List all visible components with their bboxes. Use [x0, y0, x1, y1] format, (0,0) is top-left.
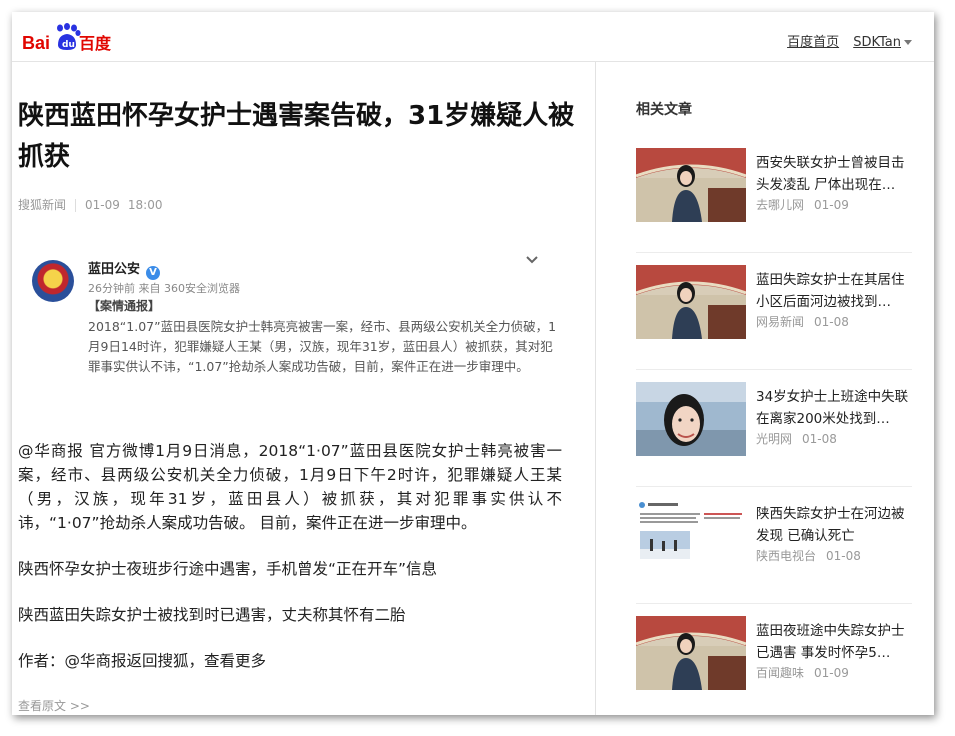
baidu-logo[interactable]: du Bai 百度: [18, 23, 118, 55]
embed-account-name[interactable]: 蓝田公安: [88, 262, 140, 277]
related-item-title[interactable]: 西安失联女护士曾被目击头发凌乱 尸体出现在…: [756, 152, 912, 196]
related-item-meta: 网易新闻 01-08: [756, 313, 849, 330]
embed-label: 【案情通报】: [88, 299, 161, 313]
verified-icon: V: [146, 266, 161, 280]
related-item-date: 01-08: [802, 432, 837, 446]
related-item[interactable]: 西安失联女护士曾被目击头发凌乱 尸体出现在… 去哪儿网 01-09: [636, 136, 912, 253]
article-paragraph: @华商报 官方微博1月9日消息，2018“1·07”蓝田县医院女护士韩亮被害一案…: [18, 442, 562, 532]
related-item-meta: 光明网 01-08: [756, 430, 837, 447]
related-item[interactable]: 34岁女护士上班途中失联 在离家200米处找到… 光明网 01-08: [636, 370, 912, 487]
article-paragraph: 陕西怀孕女护士夜班步行途中遇害，手机曾发“正在开车”信息: [18, 560, 438, 578]
weibo-embed: 蓝田公安 V 26分钟前 来自 360安全浏览器 【案情通报】 2018“1.07…: [32, 252, 562, 412]
related-item[interactable]: 陕西失踪女护士在河边被发现 已确认死亡 陕西电视台 01-08: [636, 487, 912, 604]
baidu-home-link[interactable]: 百度首页: [787, 35, 839, 50]
username[interactable]: SDKTan: [853, 35, 901, 50]
user-menu[interactable]: SDKTan: [853, 35, 912, 50]
related-item-title[interactable]: 蓝田夜班途中失踪女护士已遇害 事发时怀孕5…: [756, 620, 912, 664]
article-paragraph: 陕西蓝田失踪女护士被找到时已遇害，丈夫称其怀有二胎: [18, 606, 406, 624]
meta-divider: [75, 199, 77, 212]
article-date: 01-09: [85, 198, 120, 212]
related-item-date: 01-08: [826, 549, 861, 563]
related-thumbnail[interactable]: [636, 148, 746, 222]
related-item-date: 01-08: [814, 315, 849, 329]
police-badge-avatar: [32, 260, 74, 302]
chevron-down-icon[interactable]: [524, 252, 540, 268]
related-item-title[interactable]: 蓝田失踪女护士在其居住小区后面河边被找到…: [756, 269, 912, 313]
article-meta: 搜狐新闻 01-09 18:00: [18, 196, 162, 213]
svg-text:Bai: Bai: [22, 33, 50, 53]
related-item-meta: 陕西电视台 01-08: [756, 547, 861, 564]
related-item-title[interactable]: 34岁女护士上班途中失联 在离家200米处找到…: [756, 386, 912, 430]
embed-body: 2018“1.07”蓝田县医院女护士韩亮亮被害一案，经市、县两级公安机关全力侦破…: [88, 319, 557, 374]
article-paragraph: 作者：@华商报返回搜狐，查看更多: [18, 652, 267, 670]
article-time: 18:00: [127, 198, 163, 212]
svg-text:百度: 百度: [79, 34, 112, 53]
article-main: 陕西蓝田怀孕女护士遇害案告破，31岁嫌疑人被抓获 搜狐新闻 01-09 18:00 …: [12, 62, 596, 715]
related-item-source: 陕西电视台: [756, 549, 817, 563]
related-thumbnail[interactable]: [636, 616, 746, 690]
related-item-source: 百闻趣味: [756, 666, 805, 680]
related-item-source: 网易新闻: [756, 315, 805, 329]
related-sidebar: 相关文章 西安失联女护士曾被目击头发凌乱 尸体出现在… 去哪儿网 01-09 蓝…: [596, 62, 934, 715]
browser-window: du Bai 百度 百度首页 SDKTan 陕西蓝田怀孕女护士遇害案告破，31岁…: [12, 12, 934, 715]
embed-subtext: 26分钟前 来自 360安全浏览器: [88, 282, 240, 295]
related-thumbnail[interactable]: [636, 499, 746, 573]
related-item-date: 01-09: [814, 666, 849, 680]
svg-text:du: du: [62, 40, 75, 50]
article-source: 搜狐新闻: [18, 198, 67, 212]
embed-account[interactable]: 蓝田公安 V: [88, 258, 161, 280]
related-item-title[interactable]: 陕西失踪女护士在河边被发现 已确认死亡: [756, 503, 912, 547]
related-item-date: 01-09: [814, 198, 849, 212]
article-title: 陕西蓝田怀孕女护士遇害案告破，31岁嫌疑人被抓获: [18, 101, 575, 172]
related-item-meta: 去哪儿网 01-09: [756, 196, 849, 213]
related-item[interactable]: 蓝田失踪女护士在其居住小区后面河边被找到… 网易新闻 01-08: [636, 253, 912, 370]
view-original-link[interactable]: 查看原文 >>: [18, 697, 90, 714]
related-item[interactable]: 蓝田夜班途中失踪女护士已遇害 事发时怀孕5… 百闻趣味 01-09: [636, 604, 912, 715]
top-nav: 百度首页 SDKTan: [787, 31, 912, 50]
related-list: 西安失联女护士曾被目击头发凌乱 尸体出现在… 去哪儿网 01-09 蓝田失踪女护…: [636, 136, 912, 715]
caret-down-icon[interactable]: [904, 40, 912, 45]
related-thumbnail[interactable]: [636, 265, 746, 339]
related-title: 相关文章: [636, 102, 692, 118]
related-item-source: 去哪儿网: [756, 198, 805, 212]
related-thumbnail[interactable]: [636, 382, 746, 456]
related-item-meta: 百闻趣味 01-09: [756, 664, 849, 681]
top-bar: du Bai 百度 百度首页 SDKTan: [12, 12, 934, 62]
related-item-source: 光明网: [756, 432, 793, 446]
